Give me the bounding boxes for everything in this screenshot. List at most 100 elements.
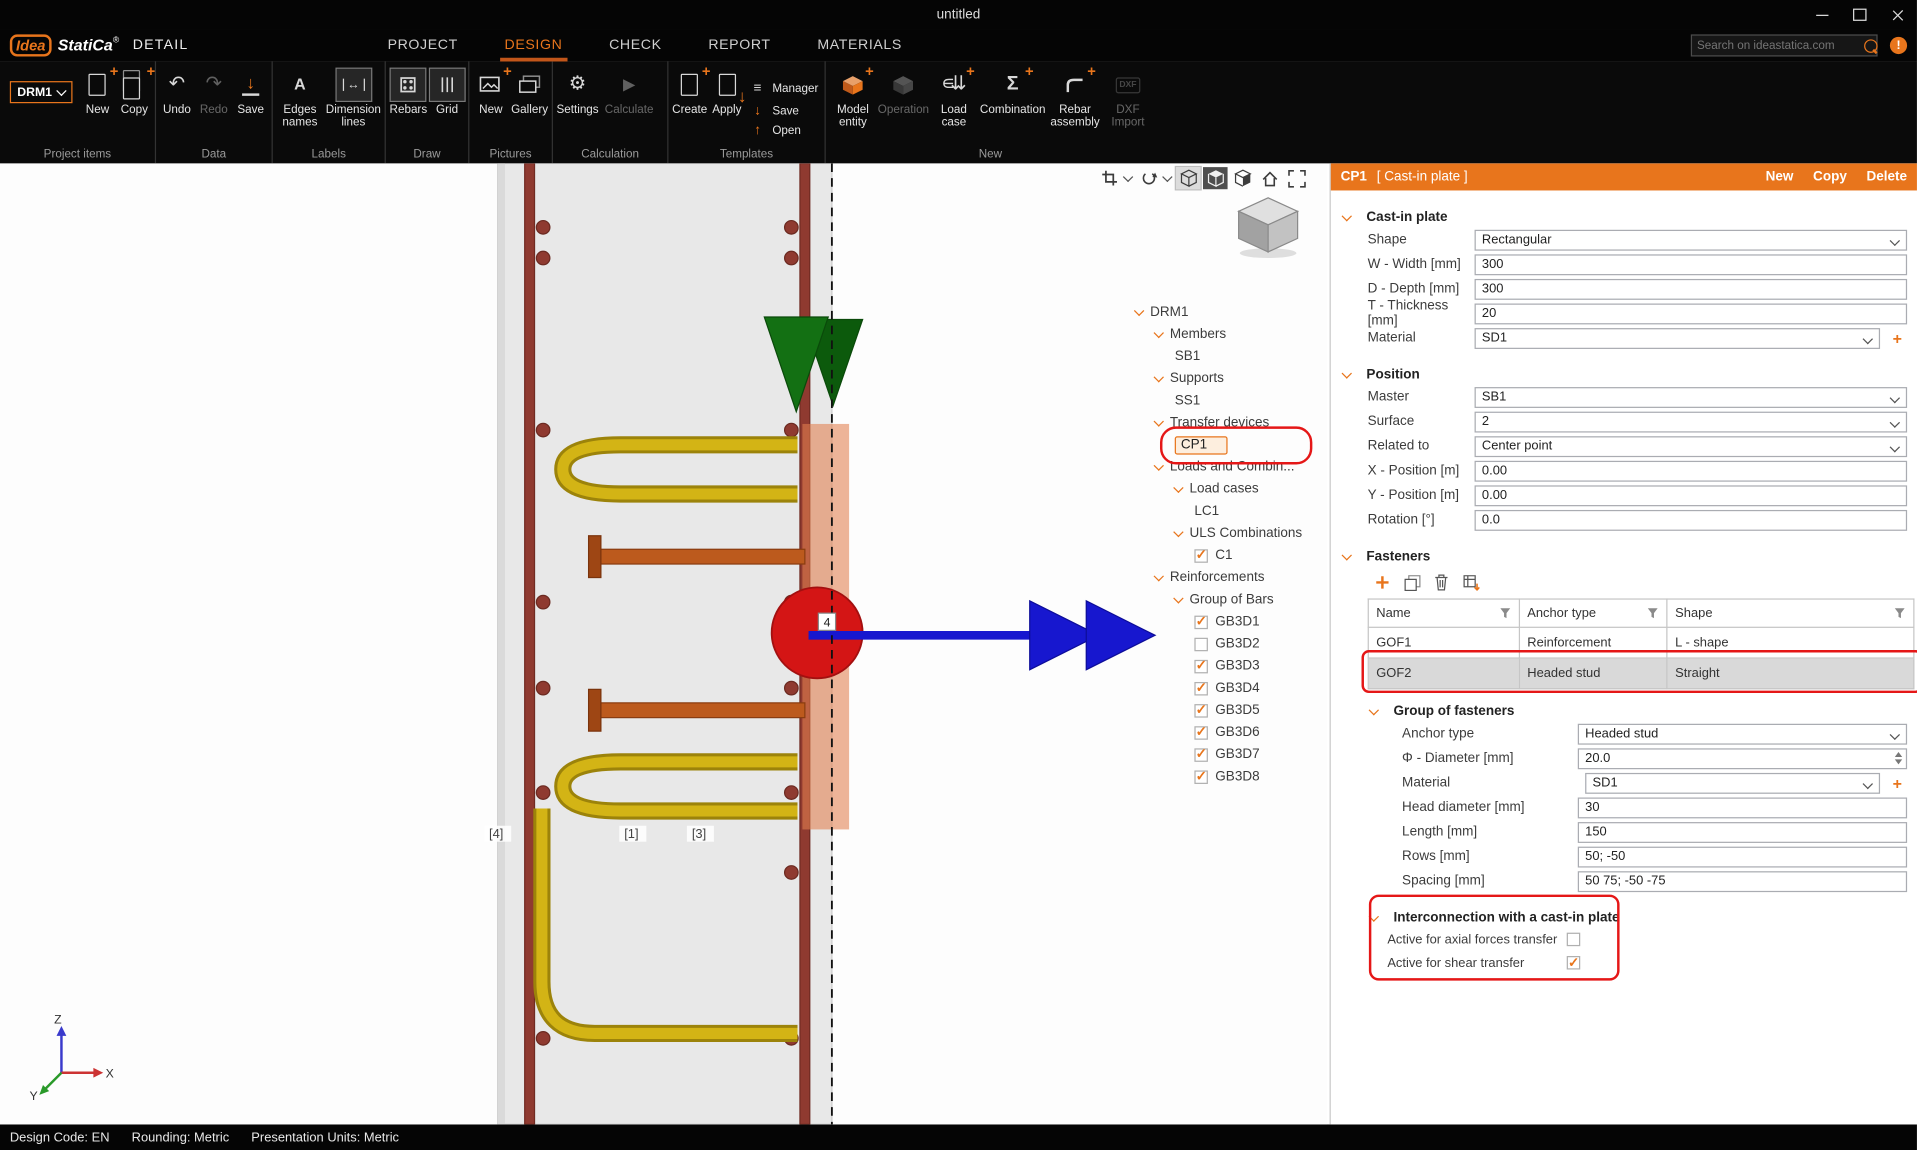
length-input[interactable] <box>1578 821 1907 842</box>
tree-item-group-of-bars[interactable]: Group of Bars <box>1130 589 1324 611</box>
edges-names-toggle[interactable]: A Edges names <box>276 64 323 129</box>
chevron-down-icon[interactable] <box>1134 306 1144 316</box>
tree-item-ss1[interactable]: SS1 <box>1130 390 1324 412</box>
save-button[interactable]: ↓ Save <box>233 64 267 117</box>
search-input[interactable] <box>1692 39 1864 53</box>
tree-item-sb1[interactable]: SB1 <box>1130 345 1324 367</box>
tree-item-drm1[interactable]: DRM1 <box>1130 301 1324 323</box>
zoom-fit-button[interactable] <box>1284 167 1309 189</box>
tree-item-c1[interactable]: C1 <box>1130 544 1324 566</box>
checkbox[interactable] <box>1194 726 1208 740</box>
template-save-button[interactable]: ↓ Save <box>749 103 818 118</box>
head-diameter-input[interactable] <box>1578 797 1907 818</box>
chevron-down-icon[interactable] <box>1162 172 1172 182</box>
section-cast-in-plate[interactable]: Cast-in plate <box>1331 208 1917 228</box>
diameter-stepper[interactable]: 20.0 <box>1578 748 1907 769</box>
calculate-button[interactable]: ▶ Calculate <box>601 64 658 117</box>
tree-item-transfer-devices[interactable]: Transfer devices <box>1130 412 1324 434</box>
tree-item-load-cases[interactable]: Load cases <box>1130 478 1324 500</box>
checkbox[interactable] <box>1194 703 1208 717</box>
combination-button[interactable]: Σ+ Combination <box>980 64 1046 117</box>
surface-select[interactable]: 2 <box>1475 411 1908 432</box>
tree-item-members[interactable]: Members <box>1130 323 1324 345</box>
new-project-item-button[interactable]: + New <box>80 64 114 117</box>
chevron-down-icon[interactable] <box>1154 328 1164 338</box>
operation-button[interactable]: Operation <box>879 64 928 117</box>
chevron-down-icon[interactable] <box>1154 571 1164 581</box>
chevron-down-icon[interactable] <box>1173 483 1183 493</box>
section-interconnection[interactable]: Interconnection with a cast-in plate <box>1331 908 1917 928</box>
dimension-lines-toggle[interactable]: ↔ Dimension lines <box>326 64 381 129</box>
thickness-input[interactable] <box>1475 303 1908 324</box>
search-box[interactable] <box>1691 34 1878 56</box>
minimize-icon[interactable] <box>1816 14 1828 15</box>
axial-transfer-checkbox[interactable] <box>1567 933 1581 947</box>
navigation-cube[interactable] <box>1229 193 1308 265</box>
new-picture-button[interactable]: + New <box>473 64 509 117</box>
fastener-row-gof2[interactable]: GOF2 Headed stud Straight <box>1368 658 1914 689</box>
add-fastener-material-button[interactable]: + <box>1887 773 1907 793</box>
fastener-material-select[interactable]: SD1 <box>1585 772 1880 793</box>
shaded-display-toggle[interactable] <box>1230 167 1255 189</box>
tree-item-gb3d7[interactable]: GB3D7 <box>1130 743 1324 765</box>
tree-item-loads[interactable]: Loads and Combin... <box>1130 456 1324 478</box>
filter-icon[interactable] <box>1647 607 1659 619</box>
home-view-button[interactable] <box>1257 167 1282 189</box>
chevron-down-icon[interactable] <box>1154 372 1164 382</box>
import-fastener-icon[interactable] <box>1461 573 1481 593</box>
chevron-down-icon[interactable] <box>1123 172 1133 182</box>
chevron-down-icon[interactable] <box>1173 527 1183 537</box>
copy-fastener-icon[interactable] <box>1402 573 1422 593</box>
rebar-assembly-button[interactable]: + Rebar assembly <box>1048 64 1102 129</box>
copy-project-item-button[interactable]: + Copy <box>117 64 151 117</box>
settings-button[interactable]: ⚙ Settings <box>557 64 599 117</box>
tree-item-gb3d6[interactable]: GB3D6 <box>1130 721 1324 743</box>
section-view-tool[interactable] <box>1097 167 1122 189</box>
tree-item-gb3d2[interactable]: GB3D2 <box>1130 633 1324 655</box>
rotation-input[interactable] <box>1475 509 1908 530</box>
anchor-type-select[interactable]: Headed stud <box>1578 723 1907 744</box>
chevron-down-icon[interactable] <box>1154 461 1164 471</box>
master-select[interactable]: SB1 <box>1475 386 1908 407</box>
tree-item-lc1[interactable]: LC1 <box>1130 500 1324 522</box>
delete-fastener-icon[interactable] <box>1432 573 1452 593</box>
checkbox[interactable] <box>1194 637 1208 651</box>
dxf-import-button[interactable]: DXF DXF Import <box>1104 64 1151 129</box>
spacing-input[interactable] <box>1578 871 1907 892</box>
new-entity-button[interactable]: New <box>1766 170 1794 185</box>
checkbox[interactable] <box>1194 615 1208 629</box>
section-fasteners[interactable]: Fasteners <box>1331 547 1917 567</box>
viewport-3d-scene[interactable]: 4 [4] [1] [3] Z X Y <box>0 163 1327 1124</box>
close-icon[interactable] <box>1891 8 1905 22</box>
model-entity-button[interactable]: + Model entity <box>829 64 876 129</box>
add-fastener-icon[interactable] <box>1373 573 1393 593</box>
solid-display-toggle[interactable] <box>1203 167 1228 189</box>
load-case-button[interactable]: ∊︎⇊+ Load case <box>930 64 977 129</box>
template-manager-button[interactable]: ≡ Manager <box>749 79 818 99</box>
tab-project[interactable]: PROJECT <box>383 29 463 61</box>
rows-input[interactable] <box>1578 846 1907 867</box>
search-icon[interactable] <box>1864 39 1878 53</box>
checkbox[interactable] <box>1194 659 1208 673</box>
material-select[interactable]: SD1 <box>1475 327 1881 348</box>
rebars-toggle[interactable]: Rebars <box>390 64 428 117</box>
tree-item-supports[interactable]: Supports <box>1130 367 1324 389</box>
filter-icon[interactable] <box>1499 607 1511 619</box>
undo-button[interactable]: ↶ Undo <box>160 64 194 117</box>
fastener-row-gof1[interactable]: GOF1 Reinforcement L - shape <box>1368 627 1914 658</box>
view-rotation-tool[interactable] <box>1137 167 1162 189</box>
chevron-down-icon[interactable] <box>1154 416 1164 426</box>
help-icon[interactable]: ! <box>1890 37 1907 54</box>
redo-button[interactable]: ↷ Redo <box>197 64 231 117</box>
grid-toggle[interactable]: Grid <box>430 64 465 117</box>
tab-report[interactable]: REPORT <box>703 29 775 61</box>
wireframe-display-toggle[interactable] <box>1176 167 1201 189</box>
tab-design[interactable]: DESIGN <box>500 29 568 61</box>
shape-select[interactable]: Rectangular <box>1475 229 1908 250</box>
gallery-button[interactable]: Gallery <box>511 64 548 117</box>
section-group-of-fasteners[interactable]: Group of fasteners <box>1331 702 1917 722</box>
chevron-down-icon[interactable] <box>1173 593 1183 603</box>
tree-item-gb3d8[interactable]: GB3D8 <box>1130 766 1324 788</box>
tab-check[interactable]: CHECK <box>604 29 666 61</box>
tree-item-gb3d4[interactable]: GB3D4 <box>1130 677 1324 699</box>
